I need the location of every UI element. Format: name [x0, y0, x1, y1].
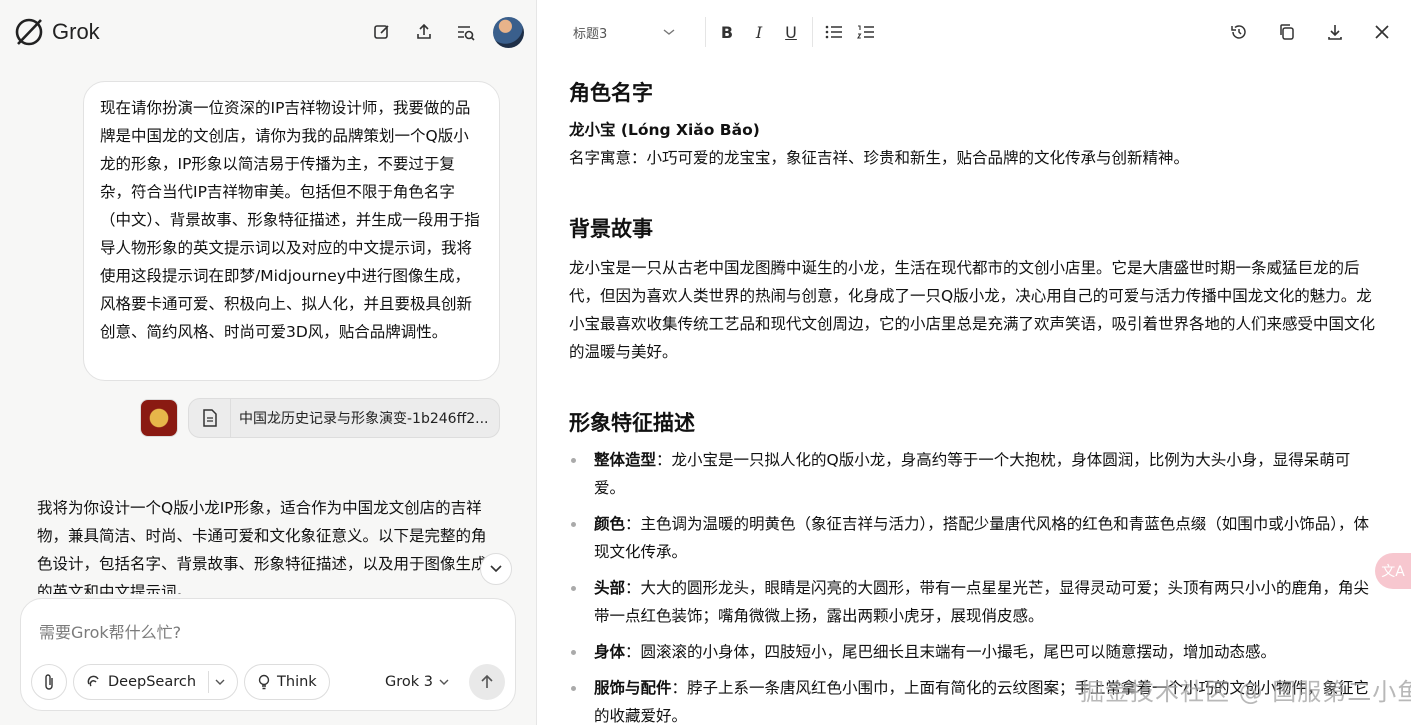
- user-avatar[interactable]: [493, 16, 524, 48]
- numbered-list-icon[interactable]: [857, 24, 875, 40]
- assistant-message: 我将为你设计一个Q版小龙IP形象，适合作为中国龙文创店的吉祥物，兼具简洁、时尚、…: [37, 499, 487, 594]
- feature-label: 颜色: [594, 515, 626, 533]
- app-name: Grok: [52, 19, 100, 44]
- list-buttons: [825, 24, 875, 40]
- app-root: Grok 现在请你扮演一位资深的IP吉祥物设计师，我要做的品牌是中国龙的文创店，…: [0, 0, 1411, 725]
- new-chat-icon[interactable]: [367, 17, 397, 47]
- deepsearch-label: DeepSearch: [108, 674, 197, 690]
- story-text: 龙小宝是一只从古老中国龙图腾中诞生的小龙，生活在现代都市的文创小店里。它是大唐盛…: [569, 259, 1376, 361]
- attach-button[interactable]: [31, 664, 67, 700]
- grok-logo-icon: [15, 18, 43, 46]
- think-button[interactable]: Think: [244, 664, 330, 700]
- bold-icon[interactable]: B: [718, 23, 736, 42]
- heading-style-value: 标题3: [573, 26, 608, 42]
- feature-text: ：大大的圆形龙头，眼睛是闪亮的大圆形，带有一点星星光芒，显得灵动可爱；头顶有两只…: [594, 579, 1370, 625]
- user-message: 现在请你扮演一位资深的IP吉祥物设计师，我要做的品牌是中国龙的文创店，请你为我的…: [83, 81, 500, 381]
- document-icon: [189, 399, 231, 437]
- copy-icon[interactable]: [1277, 22, 1297, 42]
- chevron-down-icon: [663, 29, 675, 35]
- history-icon[interactable]: [1229, 22, 1249, 42]
- list-item: 整体造型：龙小宝是一只拟人化的Q版小龙，身高约等于一个大抱枕，身体圆润，比例为大…: [569, 446, 1379, 502]
- toolbar-divider: [812, 17, 813, 47]
- composer[interactable]: 需要Grok帮什么忙? DeepSearch Think Grok 3: [20, 598, 516, 711]
- send-button[interactable]: [469, 664, 505, 700]
- section-title-features: 形象特征描述: [569, 411, 695, 435]
- lightbulb-icon: [258, 674, 270, 690]
- list-item: 颜色：主色调为温暖的明黄色（象征吉祥与活力），搭配少量唐代风格的红色和青蓝色点缀…: [569, 510, 1379, 566]
- attachments-row: 中国龙历史记录与形象演变-1b246ff2...: [140, 398, 500, 438]
- character-name: 龙小宝 (Lóng Xiǎo Bǎo): [569, 121, 760, 139]
- model-selector[interactable]: Grok 3: [385, 674, 463, 690]
- feature-text: ：主色调为温暖的明黄色（象征吉祥与活力），搭配少量唐代风格的红色和青蓝色点缀（如…: [594, 515, 1370, 561]
- heading-style-select[interactable]: 标题3: [573, 23, 693, 42]
- image-attachment-thumbnail[interactable]: [140, 399, 178, 437]
- feature-text: ：圆滚滚的小身体，四肢短小，尾巴细长且末端有一小撮毛，尾巴可以随意摆动，增加动态…: [625, 643, 1277, 661]
- document-body[interactable]: 角色名字 龙小宝 (Lóng Xiǎo Bǎo) 名字寓意：小巧可爱的龙宝宝，象…: [569, 66, 1379, 725]
- chevron-down-icon: [439, 679, 449, 685]
- file-attachment-chip[interactable]: 中国龙历史记录与形象演变-1b246ff2...: [188, 398, 500, 438]
- paperclip-icon: [45, 674, 53, 690]
- feature-label: 身体: [594, 643, 626, 661]
- arrow-up-icon: [481, 674, 493, 688]
- section-title-story: 背景故事: [569, 217, 653, 241]
- scroll-down-button[interactable]: [480, 553, 512, 585]
- document-actions: [1229, 22, 1391, 42]
- deepsearch-icon: [87, 675, 99, 687]
- composer-input[interactable]: 需要Grok帮什么忙?: [39, 619, 181, 643]
- feature-label: 头部: [594, 579, 626, 597]
- chevron-down-icon[interactable]: [215, 678, 225, 686]
- feature-label: 服饰与配件: [594, 679, 672, 697]
- grok-logo[interactable]: Grok: [12, 15, 100, 49]
- toolbar-divider: [705, 17, 706, 47]
- document-toolbar: 标题3 B I U: [537, 0, 1411, 64]
- document-pane: 标题3 B I U 角色名字 龙小宝 (Lóng Xiǎo Bǎo) 名字寓意：…: [537, 0, 1411, 725]
- section-title-name: 角色名字: [569, 81, 653, 105]
- underline-icon[interactable]: U: [782, 23, 800, 42]
- chevron-down-icon: [490, 565, 502, 573]
- share-icon[interactable]: [409, 17, 439, 47]
- italic-icon[interactable]: I: [750, 23, 768, 42]
- think-label: Think: [277, 674, 317, 690]
- format-buttons: B I U: [718, 23, 800, 42]
- list-item: 身体：圆滚滚的小身体，四肢短小，尾巴细长且末端有一小撮毛，尾巴可以随意摆动，增加…: [569, 638, 1379, 666]
- download-icon[interactable]: [1325, 22, 1345, 42]
- bullet-list-icon[interactable]: [825, 24, 843, 40]
- chat-top-actions: [367, 16, 524, 48]
- model-label: Grok 3: [385, 674, 433, 690]
- chat-pane: Grok 现在请你扮演一位资深的IP吉祥物设计师，我要做的品牌是中国龙的文创店，…: [0, 0, 537, 725]
- file-attachment-name: 中国龙历史记录与形象演变-1b246ff2...: [239, 411, 489, 427]
- feature-text: ：龙小宝是一只拟人化的Q版小龙，身高约等于一个大抱枕，身体圆润，比例为大头小身，…: [594, 451, 1351, 497]
- history-search-icon[interactable]: [451, 17, 481, 47]
- translate-button[interactable]: 文A: [1375, 553, 1411, 589]
- close-icon[interactable]: [1373, 23, 1391, 41]
- name-meaning: 名字寓意：小巧可爱的龙宝宝，象征吉祥、珍贵和新生，贴合品牌的文化传承与创新精神。: [569, 149, 1190, 167]
- composer-toolbar: DeepSearch Think Grok 3: [31, 663, 505, 701]
- feature-label: 整体造型: [594, 451, 657, 469]
- deepsearch-button[interactable]: DeepSearch: [73, 664, 239, 700]
- watermark: 掘金技术社区 @ 国服第二小鱼王: [1080, 678, 1411, 706]
- chat-topbar: Grok: [0, 0, 536, 64]
- pill-divider: [208, 671, 210, 693]
- list-item: 头部：大大的圆形龙头，眼睛是闪亮的大圆形，带有一点星星光芒，显得灵动可爱；头顶有…: [569, 574, 1379, 630]
